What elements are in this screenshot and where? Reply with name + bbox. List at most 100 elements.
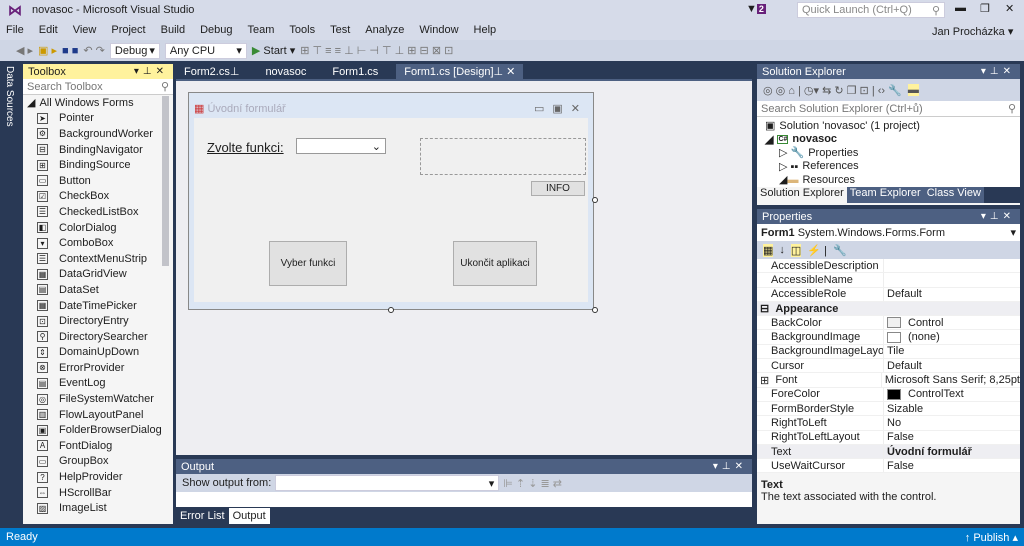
- select-function-button[interactable]: Vyber funkci: [269, 241, 347, 286]
- layout-toolbar-icons[interactable]: ⊞ ⊤ ≡ ≡ ⊥ ⊢ ⊣ ⊤ ⊥ ⊞ ⊟ ⊠ ⊡: [300, 44, 453, 57]
- toolbox-item[interactable]: ▭ Button: [23, 173, 173, 189]
- tree-project[interactable]: ◢ C# novasoc: [757, 133, 1020, 147]
- tree-resources[interactable]: ◢ ▬ Resources: [757, 173, 1020, 187]
- toolbox-scrollbar[interactable]: [162, 96, 169, 266]
- menu-debug[interactable]: Debug: [200, 24, 232, 36]
- toolbox-item[interactable]: A FontDialog: [23, 438, 173, 454]
- toolbox-item[interactable]: ➤ Pointer: [23, 111, 173, 127]
- config-select[interactable]: Debug ▾: [109, 42, 160, 59]
- user-account[interactable]: Jan Procházka ▾: [932, 25, 1013, 38]
- toolbox-item[interactable]: ▦ DataGridView: [23, 267, 173, 283]
- properties-toolbar[interactable]: ▦ ↓ ◫ ⚡ | 🔧: [757, 241, 1020, 259]
- property-row[interactable]: RightToLeftLayout False: [757, 430, 1020, 445]
- back-icon[interactable]: ◀ ▸: [16, 44, 33, 57]
- tab-error-list[interactable]: Error List: [176, 508, 229, 524]
- object-selector[interactable]: Form1 System.Windows.Forms.Form ▾: [757, 224, 1020, 241]
- menu-analyze[interactable]: Analyze: [365, 24, 404, 36]
- toolbox-item[interactable]: ▨ ImageList: [23, 500, 173, 516]
- toolbox-item[interactable]: ▦ DateTimePicker: [23, 298, 173, 314]
- toolbox-item[interactable]: ▣ FolderBrowserDialog: [23, 422, 173, 438]
- tree-solution[interactable]: ▣ Solution 'novasoc' (1 project): [757, 119, 1020, 133]
- menu-team[interactable]: Team: [248, 24, 275, 36]
- tab-team-explorer[interactable]: Team Explorer: [846, 187, 924, 203]
- toolbox-item[interactable]: ▭ GroupBox: [23, 454, 173, 470]
- toolbox-item[interactable]: ⚲ DirectorySearcher: [23, 329, 173, 345]
- property-row[interactable]: AccessibleRole Default: [757, 287, 1020, 302]
- info-button[interactable]: INFO: [531, 181, 585, 196]
- menu-window[interactable]: Window: [419, 24, 458, 36]
- minimize-button[interactable]: ▬: [955, 2, 966, 14]
- toolbox-group[interactable]: ◢ All Windows Forms: [23, 95, 173, 111]
- resize-handle[interactable]: [592, 197, 598, 203]
- menu-edit[interactable]: Edit: [39, 24, 58, 36]
- resize-handle[interactable]: [388, 307, 394, 313]
- start-button[interactable]: ▶ Start ▾: [252, 44, 295, 57]
- tab-form1-cs[interactable]: Form1.cs: [324, 64, 386, 79]
- toolbox-item[interactable]: ☰ ContextMenuStrip: [23, 251, 173, 267]
- new-project-icon[interactable]: ▣ ▸: [38, 44, 57, 57]
- publish-button[interactable]: ↑ Publish ▴: [965, 531, 1018, 544]
- toolbox-item[interactable]: ? HelpProvider: [23, 469, 173, 485]
- property-row[interactable]: ⊟ Appearance: [757, 301, 1020, 317]
- toolbox-item[interactable]: ◎ FileSystemWatcher: [23, 391, 173, 407]
- toolbox-item[interactable]: ⊗ ErrorProvider: [23, 360, 173, 376]
- property-row[interactable]: BackgroundImage (none): [757, 330, 1020, 345]
- tab-form2-cs[interactable]: Form2.cs ⊥: [176, 64, 247, 79]
- property-row[interactable]: RightToLeft No: [757, 416, 1020, 431]
- tree-references[interactable]: ▷ ▪▪ References: [757, 160, 1020, 174]
- tree-properties[interactable]: ▷ 🔧 Properties: [757, 146, 1020, 160]
- property-row[interactable]: BackColor Control: [757, 316, 1020, 331]
- solution-toolbar[interactable]: ◎ ◎ ⌂ | ◷▾ ⇆ ↻ ❐ ⊡ | ‹› 🔧 ▬: [757, 79, 1020, 101]
- tab-class-view[interactable]: Class View: [923, 187, 984, 203]
- function-combobox[interactable]: ⌄: [296, 138, 386, 154]
- platform-select[interactable]: Any CPU ▾: [164, 42, 247, 59]
- menu-view[interactable]: View: [73, 24, 97, 36]
- toolbox-item[interactable]: ▤ DataSet: [23, 282, 173, 298]
- property-row[interactable]: UseWaitCursor False: [757, 459, 1020, 474]
- exit-app-button[interactable]: Ukončit aplikaci: [453, 241, 537, 286]
- property-row[interactable]: BackgroundImageLayout Tile: [757, 344, 1020, 360]
- toolbox-item[interactable]: ▥ FlowLayoutPanel: [23, 407, 173, 423]
- resize-handle[interactable]: [592, 307, 598, 313]
- tab-solution-explorer[interactable]: Solution Explorer: [757, 187, 847, 203]
- toolbox-item[interactable]: ⊟ BindingNavigator: [23, 142, 173, 158]
- quick-launch-input[interactable]: Quick Launch (Ctrl+Q) ⚲: [797, 2, 945, 18]
- property-row[interactable]: ⊞ Font Microsoft Sans Serif; 8,25pt: [757, 373, 1020, 388]
- solution-search-input[interactable]: Search Solution Explorer (Ctrl+ů) ⚲: [757, 101, 1020, 117]
- menu-help[interactable]: Help: [474, 24, 497, 36]
- menu-project[interactable]: Project: [111, 24, 145, 36]
- notification-flag-icon[interactable]: ▼ 2: [746, 3, 766, 15]
- panel-controls[interactable]: ▾⊥✕: [134, 66, 168, 77]
- tab-output[interactable]: Output: [228, 508, 270, 524]
- property-row[interactable]: ForeColor ControlText: [757, 387, 1020, 402]
- form-window[interactable]: ▦ Úvodní formulář ▭▣✕ Zvolte funkci: ⌄ IN…: [188, 92, 594, 310]
- property-row[interactable]: FormBorderStyle Sizable: [757, 401, 1020, 417]
- toolbox-item[interactable]: ◧ ColorDialog: [23, 220, 173, 236]
- toolbox-item[interactable]: ☑ CheckBox: [23, 189, 173, 205]
- output-toolbar-icons[interactable]: ⊫ ⇡ ⇣ ≣ ⇄: [503, 477, 562, 490]
- property-row[interactable]: AccessibleName: [757, 273, 1020, 288]
- close-button[interactable]: ✕: [1005, 2, 1014, 15]
- property-row[interactable]: Text Úvodní formulář: [757, 444, 1020, 460]
- toolbox-item[interactable]: ⇕ DomainUpDown: [23, 345, 173, 361]
- data-sources-tab[interactable]: Data Sources: [4, 66, 15, 127]
- toolbox-item[interactable]: ⚙ BackgroundWorker: [23, 126, 173, 142]
- menu-test[interactable]: Test: [330, 24, 350, 36]
- property-row[interactable]: Cursor Default: [757, 359, 1020, 374]
- toolbox-search-input[interactable]: Search Toolbox ⚲: [23, 79, 173, 95]
- property-row[interactable]: AccessibleDescription: [757, 259, 1020, 274]
- tab-form1-cs-design-[interactable]: Form1.cs [Design] ⊥ ✕: [396, 64, 524, 79]
- toolbox-item[interactable]: ⊡ DirectoryEntry: [23, 313, 173, 329]
- tab-novasoc[interactable]: novasoc: [257, 64, 314, 79]
- menu-tools[interactable]: Tools: [289, 24, 315, 36]
- output-source-select[interactable]: ▾: [275, 475, 500, 491]
- menu-file[interactable]: File: [6, 24, 24, 36]
- undo-icon[interactable]: ↶ ↷: [83, 44, 105, 57]
- save-icon[interactable]: ■ ■: [62, 45, 78, 57]
- toolbox-item[interactable]: ▤ EventLog: [23, 376, 173, 392]
- toolbox-item[interactable]: ☰ CheckedListBox: [23, 204, 173, 220]
- restore-button[interactable]: ❐: [980, 2, 990, 15]
- menu-build[interactable]: Build: [161, 24, 185, 36]
- toolbox-item[interactable]: ⊞ BindingSource: [23, 157, 173, 173]
- toolbox-item[interactable]: ▾ ComboBox: [23, 235, 173, 251]
